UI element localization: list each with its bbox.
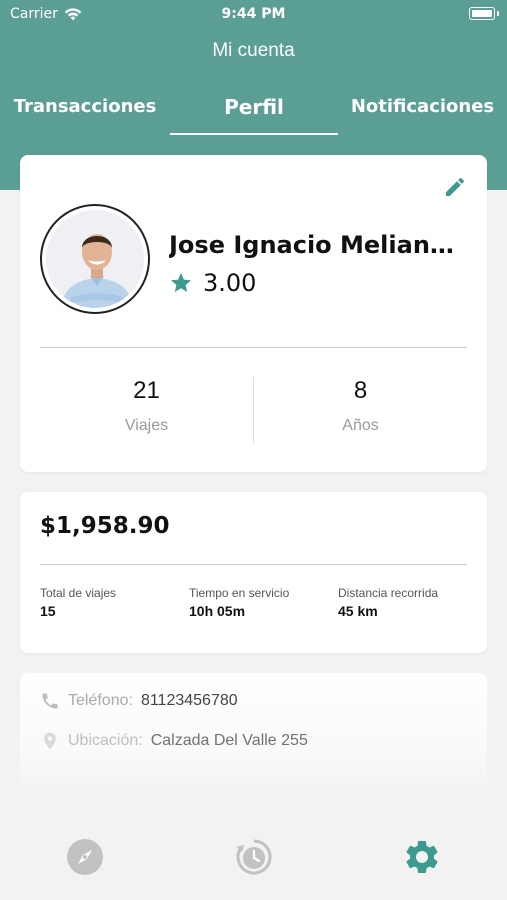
history-clock-icon[interactable]	[234, 837, 274, 877]
page-title: Mi cuenta	[212, 40, 295, 61]
tab-bar: Transacciones Perfil Notificaciones	[0, 92, 507, 136]
stat-viajes-value: 21	[133, 377, 160, 404]
stat-viajes-label: Viajes	[124, 417, 169, 434]
tab-transacciones[interactable]: Transacciones	[0, 92, 170, 136]
settings-gear-icon[interactable]	[402, 837, 442, 877]
metric-value: 45 km	[338, 603, 378, 619]
metric-total-viajes: Total de viajes 15	[40, 586, 116, 619]
metric-label: Tiempo en servicio	[189, 586, 290, 600]
location-label: Ubicación:	[68, 732, 143, 749]
location-value: Calzada Del Valle 255	[150, 732, 308, 749]
avatar-photo	[46, 210, 144, 308]
tab-perfil[interactable]: Perfil	[170, 92, 338, 136]
contact-phone-row[interactable]: Teléfono: 81123456780	[40, 691, 238, 711]
active-tab-indicator	[170, 133, 338, 135]
pencil-icon[interactable]	[443, 175, 467, 199]
phone-value: 81123456780	[140, 692, 238, 709]
profile-divider	[40, 347, 467, 348]
stat-anos-label: Años	[342, 417, 379, 434]
phone-label: Teléfono:	[68, 692, 133, 709]
bottom-tab-bar	[0, 815, 507, 900]
profile-card: Jose Ignacio Melian… 3.00 21 Viajes 8 Añ…	[20, 155, 487, 472]
earnings-card: $1,958.90 Total de viajes 15 Tiempo en s…	[20, 492, 487, 653]
status-time: 9:44 PM	[221, 6, 286, 22]
metric-distancia: Distancia recorrida 45 km	[338, 586, 438, 619]
metric-value: 15	[40, 603, 56, 619]
earnings-divider	[40, 564, 467, 565]
profile-name: Jose Ignacio Melian…	[169, 231, 454, 259]
earnings-amount: $1,958.90	[40, 513, 170, 539]
metric-value: 10h 05m	[189, 603, 246, 619]
metric-label: Total de viajes	[40, 586, 117, 600]
person-photo-icon	[46, 210, 144, 308]
avatar	[40, 204, 150, 314]
metric-label: Distancia recorrida	[338, 586, 439, 600]
rating-value: 3.00	[203, 269, 257, 297]
stat-viajes: 21 Viajes	[40, 377, 253, 435]
status-bar: Carrier 9:44 PM	[0, 0, 507, 28]
contact-location-row[interactable]: Ubicación: Calzada Del Valle 255	[40, 731, 308, 751]
stat-anos: 8 Años	[254, 377, 467, 435]
tab-notificaciones[interactable]: Notificaciones	[338, 92, 507, 136]
metric-tiempo-servicio: Tiempo en servicio 10h 05m	[189, 586, 289, 619]
contact-card: Teléfono: 81123456780 Ubicación: Calzada…	[20, 673, 487, 793]
phone-icon	[42, 693, 58, 709]
location-pin-icon	[44, 732, 56, 750]
star-icon	[171, 273, 191, 292]
battery-icon	[469, 7, 495, 20]
battery-tip	[497, 11, 499, 16]
stat-anos-value: 8	[353, 377, 368, 404]
compass-icon[interactable]	[65, 837, 105, 877]
profile-rating: 3.00	[169, 269, 256, 297]
